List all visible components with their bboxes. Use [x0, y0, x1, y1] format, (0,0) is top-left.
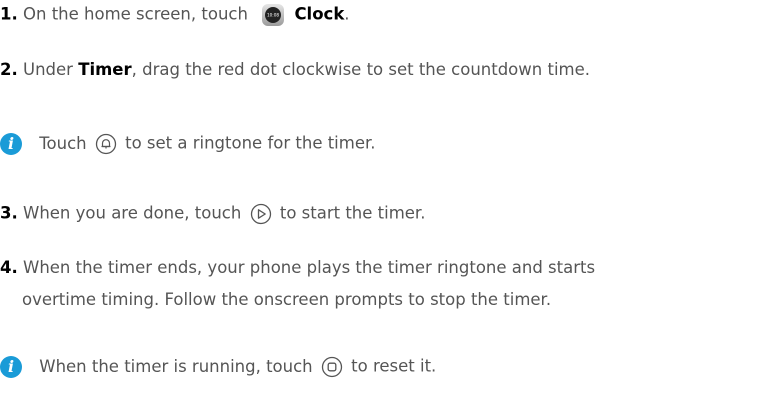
- step-text: When you are done, touch: [23, 203, 242, 223]
- timer-tab-label: Timer: [78, 60, 132, 79]
- step-number: 4.: [0, 258, 18, 277]
- step-2: 2. Under Timer, drag the red dot clockwi…: [0, 60, 590, 79]
- info-icon: i: [0, 133, 22, 155]
- info-icon: i: [0, 356, 22, 378]
- step-number: 3.: [0, 203, 18, 223]
- step-text-end: , drag the red dot clockwise to set the …: [131, 60, 590, 79]
- step-text: overtime timing. Follow the onscreen pro…: [22, 290, 552, 309]
- clock-app-time: 10:08: [267, 13, 279, 18]
- step-3: 3. When you are done, touch to start the…: [0, 203, 425, 225]
- note-text: When the timer is running, touch: [39, 356, 313, 376]
- step-4-line-1: 4. When the timer ends, your phone plays…: [0, 258, 596, 277]
- clock-app-icon: 10:08: [261, 3, 285, 27]
- step-1: 1. On the home screen, touch 10:08 Clock…: [0, 3, 350, 27]
- play-circle-icon: [250, 203, 272, 225]
- step-text-end: .: [344, 4, 350, 24]
- note-2: i When the timer is running, touch to re…: [0, 356, 436, 378]
- step-text: Under: [23, 60, 73, 79]
- step-text: On the home screen, touch: [23, 4, 248, 24]
- stop-circle-icon: [321, 356, 343, 378]
- note-1: i Touch to set a ringtone for the timer.: [0, 133, 376, 155]
- step-number: 2.: [0, 60, 18, 79]
- note-text: Touch: [39, 133, 87, 153]
- step-text-end: to start the timer.: [279, 203, 426, 223]
- note-text-end: to set a ringtone for the timer.: [125, 133, 376, 153]
- step-text: When the timer ends, your phone plays th…: [23, 258, 596, 277]
- note-text-end: to reset it.: [351, 356, 437, 376]
- step-number: 1.: [0, 4, 18, 24]
- step-4-line-2: overtime timing. Follow the onscreen pro…: [22, 290, 552, 309]
- app-name-clock: Clock: [294, 4, 345, 24]
- bell-circle-icon: [95, 133, 117, 155]
